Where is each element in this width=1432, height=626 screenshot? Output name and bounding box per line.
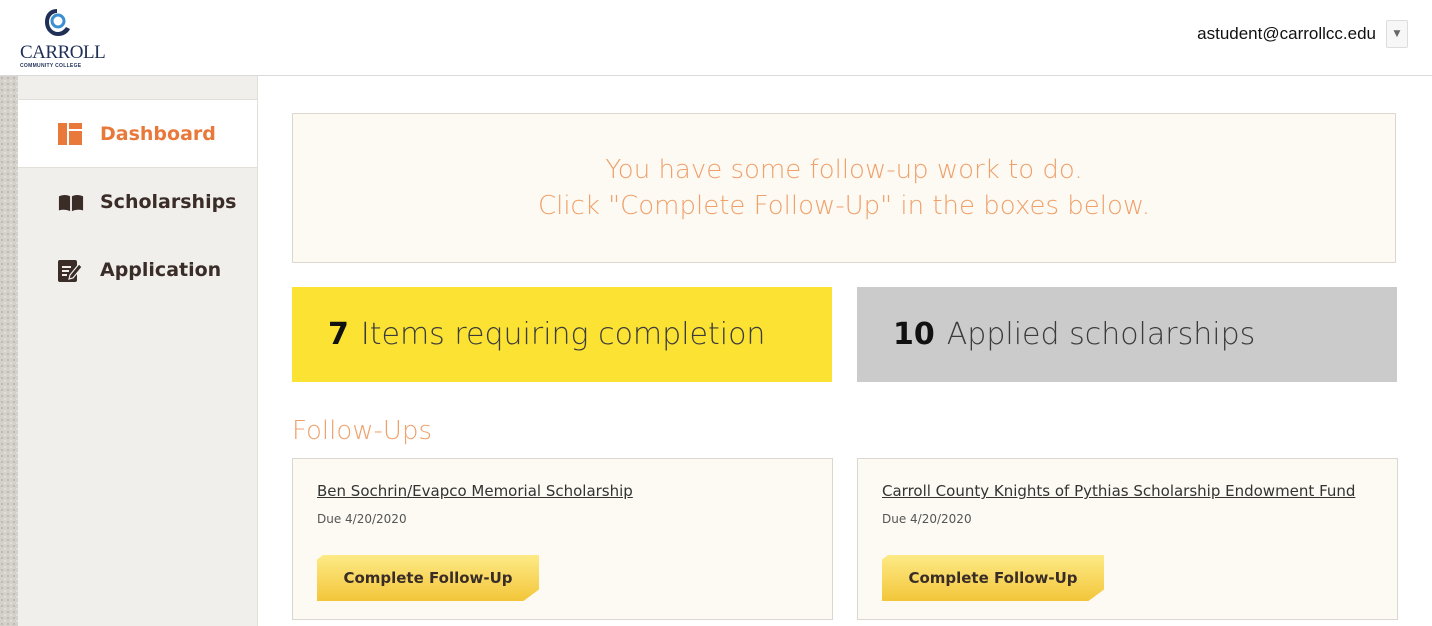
stat-count: 7	[328, 317, 349, 352]
followup-notice: You have some follow-up work to do. Clic…	[292, 113, 1396, 263]
main-content: You have some follow-up work to do. Clic…	[292, 113, 1398, 626]
stat-count: 10	[893, 317, 935, 352]
edit-document-icon	[58, 258, 84, 282]
due-date: Due 4/20/2020	[882, 512, 972, 526]
section-title: Follow-Ups	[292, 416, 433, 446]
complete-follow-up-button[interactable]: Complete Follow-Up	[882, 555, 1104, 601]
logo-mark-icon	[45, 9, 70, 36]
followup-card: Carroll County Knights of Pythias Schola…	[857, 458, 1398, 620]
followup-card: Ben Sochrin/Evapco Memorial Scholarship …	[292, 458, 833, 620]
college-logo[interactable]: CARROLL COMMUNITY COLLEGE	[20, 6, 120, 72]
stat-applied-scholarships[interactable]: 10 Applied scholarships	[857, 287, 1397, 382]
stat-label: Items requiring completion	[360, 317, 766, 352]
sidebar-item-label: Application	[100, 259, 222, 281]
sidebar-item-application[interactable]: Application	[18, 236, 257, 304]
sidebar-item-dashboard[interactable]: Dashboard	[18, 100, 257, 168]
scholarship-link[interactable]: Ben Sochrin/Evapco Memorial Scholarship	[317, 482, 633, 500]
complete-follow-up-button[interactable]: Complete Follow-Up	[317, 555, 539, 601]
due-date: Due 4/20/2020	[317, 512, 407, 526]
caret-down-icon[interactable]: ▼	[1386, 20, 1408, 48]
user-email[interactable]: astudent@carrollcc.edu	[1197, 24, 1376, 44]
user-menu[interactable]: astudent@carrollcc.edu ▼	[1197, 19, 1408, 49]
sidebar-item-label: Dashboard	[100, 122, 216, 145]
notice-line-2: Click "Complete Follow-Up" in the boxes …	[537, 191, 1151, 221]
sidebar-item-label: Scholarships	[100, 191, 237, 213]
notice-line-1: You have some follow-up work to do.	[605, 155, 1083, 185]
stat-label: Applied scholarships	[946, 317, 1256, 352]
scholarship-link[interactable]: Carroll County Knights of Pythias Schola…	[882, 482, 1355, 500]
stat-items-requiring-completion[interactable]: 7 Items requiring completion	[292, 287, 832, 382]
logo-name: CARROLL	[20, 42, 106, 63]
sidebar: Dashboard Scholarships Application	[18, 76, 258, 626]
sidebar-item-scholarships[interactable]: Scholarships	[18, 168, 257, 236]
dashboard-icon	[58, 122, 84, 146]
top-header: CARROLL COMMUNITY COLLEGE astudent@carro…	[0, 0, 1432, 76]
logo-subtitle: COMMUNITY COLLEGE	[20, 63, 82, 69]
book-icon	[58, 190, 84, 214]
sidebar-spacer	[18, 76, 257, 100]
decorative-strip	[0, 76, 18, 626]
